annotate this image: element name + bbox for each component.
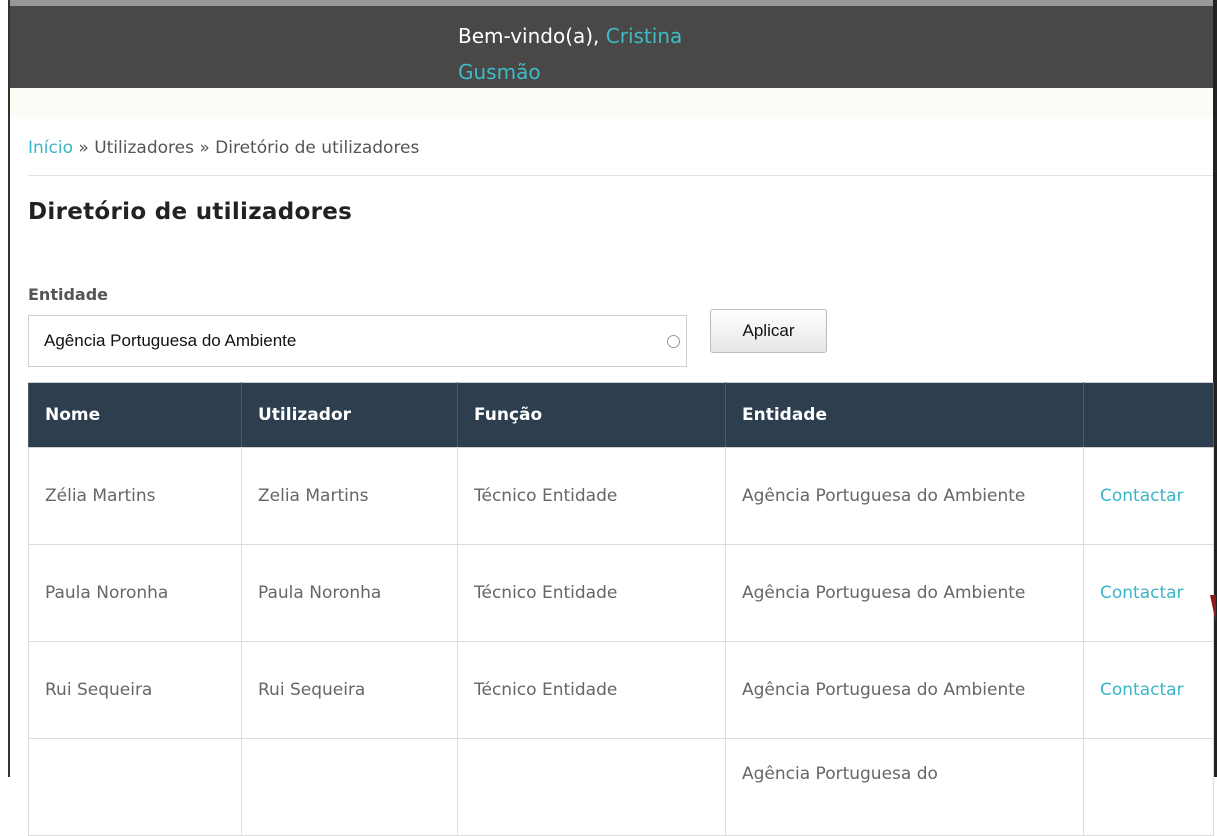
contact-link[interactable]: Contactar: [1100, 680, 1184, 700]
cell-utilizador: Paula Noronha: [241, 544, 458, 642]
breadcrumb-home-link[interactable]: Início: [28, 138, 73, 158]
users-table: Nome Utilizador Função Entidade Zélia Ma…: [28, 382, 1214, 836]
table-row: Paula Noronha Paula Noronha Técnico Enti…: [28, 544, 1214, 642]
cell-nome: Zélia Martins: [28, 447, 242, 545]
table-row: Agência Portuguesa do: [28, 738, 1214, 836]
top-bar: Bem-vindo(a), Cristina Gusmão: [10, 0, 1213, 88]
page-title: Diretório de utilizadores: [28, 199, 353, 225]
welcome-message: Bem-vindo(a), Cristina Gusmão: [458, 18, 758, 90]
contact-link[interactable]: Contactar: [1100, 486, 1184, 506]
breadcrumb-separator: »: [72, 138, 95, 158]
breadcrumb-separator: »: [193, 138, 216, 158]
cell-action: Contactar: [1083, 544, 1214, 642]
entity-select[interactable]: Agência Portuguesa do Ambiente: [28, 315, 687, 367]
column-header-actions: [1083, 382, 1214, 448]
cell-utilizador: [241, 738, 458, 836]
breadcrumb-divider: [28, 175, 1213, 176]
cell-nome: Rui Sequeira: [28, 641, 242, 739]
cell-action: [1083, 738, 1214, 836]
cell-entidade: Agência Portuguesa do Ambiente: [725, 447, 1084, 545]
welcome-prefix: Bem-vindo(a),: [458, 24, 606, 48]
cell-action: Contactar: [1083, 447, 1214, 545]
cell-entidade: Agência Portuguesa do Ambiente: [725, 641, 1084, 739]
breadcrumb-current: Diretório de utilizadores: [215, 138, 420, 158]
table-row: Rui Sequeira Rui Sequeira Técnico Entida…: [28, 641, 1214, 739]
header-spacer: [10, 88, 1213, 118]
pointer-arrow-icon: [1210, 595, 1216, 623]
contact-link[interactable]: Contactar: [1100, 583, 1184, 603]
cell-action: Contactar: [1083, 641, 1214, 739]
select-indicator-icon: [667, 335, 680, 348]
cell-funcao: Técnico Entidade: [457, 544, 726, 642]
entity-select-value: Agência Portuguesa do Ambiente: [44, 331, 297, 350]
table-header-row: Nome Utilizador Função Entidade: [28, 382, 1214, 448]
column-header-entidade: Entidade: [725, 382, 1084, 448]
cell-entidade: Agência Portuguesa do Ambiente: [725, 544, 1084, 642]
cell-nome: Paula Noronha: [28, 544, 242, 642]
column-header-funcao: Função: [457, 382, 726, 448]
entity-filter-label: Entidade: [28, 285, 109, 304]
cell-nome: [28, 738, 242, 836]
column-header-nome: Nome: [28, 382, 242, 448]
cell-funcao: Técnico Entidade: [457, 641, 726, 739]
cell-utilizador: Rui Sequeira: [241, 641, 458, 739]
breadcrumb: Início » Utilizadores » Diretório de uti…: [28, 138, 419, 158]
table-row: Zélia Martins Zelia Martins Técnico Enti…: [28, 447, 1214, 545]
apply-button[interactable]: Aplicar: [710, 309, 827, 353]
column-header-utilizador: Utilizador: [241, 382, 458, 448]
cell-entidade: Agência Portuguesa do: [725, 738, 1084, 836]
cell-utilizador: Zelia Martins: [241, 447, 458, 545]
cell-funcao: [457, 738, 726, 836]
breadcrumb-users: Utilizadores: [94, 138, 194, 158]
cell-funcao: Técnico Entidade: [457, 447, 726, 545]
